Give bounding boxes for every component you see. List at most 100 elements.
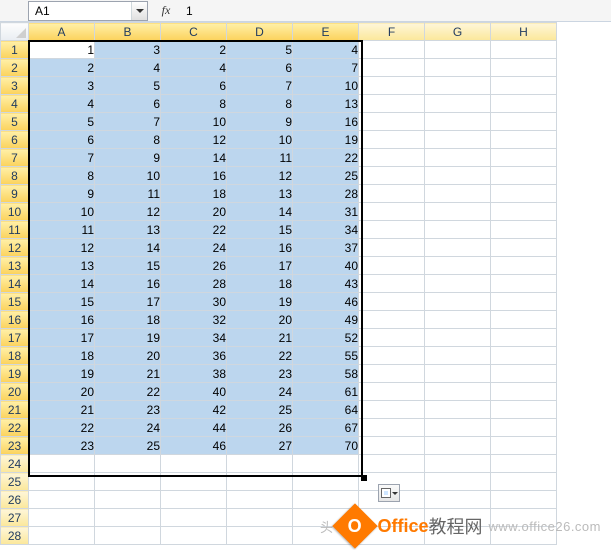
cell[interactable] (29, 455, 95, 473)
cell[interactable] (359, 311, 425, 329)
row-header[interactable]: 22 (1, 419, 29, 437)
cell[interactable]: 4 (95, 59, 161, 77)
column-header-h[interactable]: H (491, 23, 557, 41)
cell[interactable] (227, 527, 293, 545)
cell[interactable]: 25 (95, 437, 161, 455)
cell[interactable] (425, 167, 491, 185)
cell[interactable] (29, 509, 95, 527)
row-header[interactable]: 3 (1, 77, 29, 95)
cell[interactable] (359, 293, 425, 311)
cell[interactable] (425, 491, 491, 509)
cell[interactable]: 13 (29, 257, 95, 275)
cell[interactable] (29, 527, 95, 545)
spreadsheet[interactable]: ABCDEFGH11325422446733567104468813557109… (0, 22, 611, 545)
cell[interactable] (491, 167, 557, 185)
cell[interactable]: 4 (29, 95, 95, 113)
cell[interactable]: 70 (293, 437, 359, 455)
row-header[interactable]: 5 (1, 113, 29, 131)
cell[interactable] (359, 41, 425, 59)
cell[interactable] (359, 419, 425, 437)
column-header-d[interactable]: D (227, 23, 293, 41)
row-header[interactable]: 25 (1, 473, 29, 491)
row-header[interactable]: 18 (1, 347, 29, 365)
cell[interactable] (491, 455, 557, 473)
cell[interactable] (293, 455, 359, 473)
cell[interactable] (359, 167, 425, 185)
fx-icon[interactable]: fx (156, 2, 176, 20)
cell[interactable] (491, 383, 557, 401)
cell[interactable]: 4 (293, 41, 359, 59)
cell[interactable]: 36 (161, 347, 227, 365)
row-header[interactable]: 8 (1, 167, 29, 185)
column-header-a[interactable]: A (29, 23, 95, 41)
cell[interactable]: 8 (29, 167, 95, 185)
cell[interactable]: 21 (29, 401, 95, 419)
cell[interactable]: 17 (29, 329, 95, 347)
cell[interactable]: 67 (293, 419, 359, 437)
row-header[interactable]: 6 (1, 131, 29, 149)
cell[interactable] (359, 455, 425, 473)
cell[interactable]: 49 (293, 311, 359, 329)
cell[interactable] (491, 185, 557, 203)
cell[interactable]: 6 (95, 95, 161, 113)
cell[interactable]: 20 (227, 311, 293, 329)
cell[interactable]: 6 (29, 131, 95, 149)
row-header[interactable]: 20 (1, 383, 29, 401)
cell[interactable]: 44 (161, 419, 227, 437)
cell[interactable] (29, 491, 95, 509)
cell[interactable]: 16 (293, 113, 359, 131)
cell[interactable]: 55 (293, 347, 359, 365)
cell[interactable]: 16 (161, 167, 227, 185)
cell[interactable]: 43 (293, 275, 359, 293)
cell[interactable] (161, 455, 227, 473)
cell[interactable] (95, 491, 161, 509)
select-all-corner[interactable] (1, 23, 29, 41)
cell[interactable] (359, 113, 425, 131)
cell[interactable]: 26 (161, 257, 227, 275)
cell[interactable] (359, 77, 425, 95)
row-header[interactable]: 19 (1, 365, 29, 383)
cell[interactable] (95, 455, 161, 473)
cell[interactable]: 8 (227, 95, 293, 113)
cell[interactable]: 21 (227, 329, 293, 347)
column-header-f[interactable]: F (359, 23, 425, 41)
cell[interactable] (425, 419, 491, 437)
cell[interactable] (425, 293, 491, 311)
cell[interactable]: 34 (161, 329, 227, 347)
cell[interactable]: 22 (161, 221, 227, 239)
cell[interactable] (425, 437, 491, 455)
row-header[interactable]: 10 (1, 203, 29, 221)
cell[interactable] (359, 203, 425, 221)
row-header[interactable]: 13 (1, 257, 29, 275)
cell[interactable] (161, 473, 227, 491)
cell[interactable]: 14 (161, 149, 227, 167)
cell[interactable]: 14 (29, 275, 95, 293)
cell[interactable]: 30 (161, 293, 227, 311)
cell[interactable] (425, 59, 491, 77)
cell[interactable] (491, 239, 557, 257)
cell[interactable]: 9 (95, 149, 161, 167)
cell[interactable] (491, 275, 557, 293)
cell[interactable]: 5 (29, 113, 95, 131)
cell[interactable] (425, 347, 491, 365)
cell[interactable]: 13 (293, 95, 359, 113)
cell[interactable]: 24 (95, 419, 161, 437)
cell[interactable] (425, 473, 491, 491)
cell[interactable] (161, 527, 227, 545)
cell[interactable] (425, 239, 491, 257)
cell[interactable]: 6 (227, 59, 293, 77)
cell[interactable]: 7 (293, 59, 359, 77)
cell[interactable] (491, 473, 557, 491)
cell[interactable] (425, 401, 491, 419)
cell[interactable]: 18 (227, 275, 293, 293)
cell[interactable]: 10 (29, 203, 95, 221)
cell[interactable]: 3 (29, 77, 95, 95)
cell[interactable]: 18 (29, 347, 95, 365)
cell[interactable]: 25 (227, 401, 293, 419)
cell[interactable]: 8 (95, 131, 161, 149)
fill-handle[interactable] (361, 475, 367, 481)
row-header[interactable]: 21 (1, 401, 29, 419)
cell[interactable] (161, 509, 227, 527)
row-header[interactable]: 4 (1, 95, 29, 113)
cell[interactable]: 13 (227, 185, 293, 203)
